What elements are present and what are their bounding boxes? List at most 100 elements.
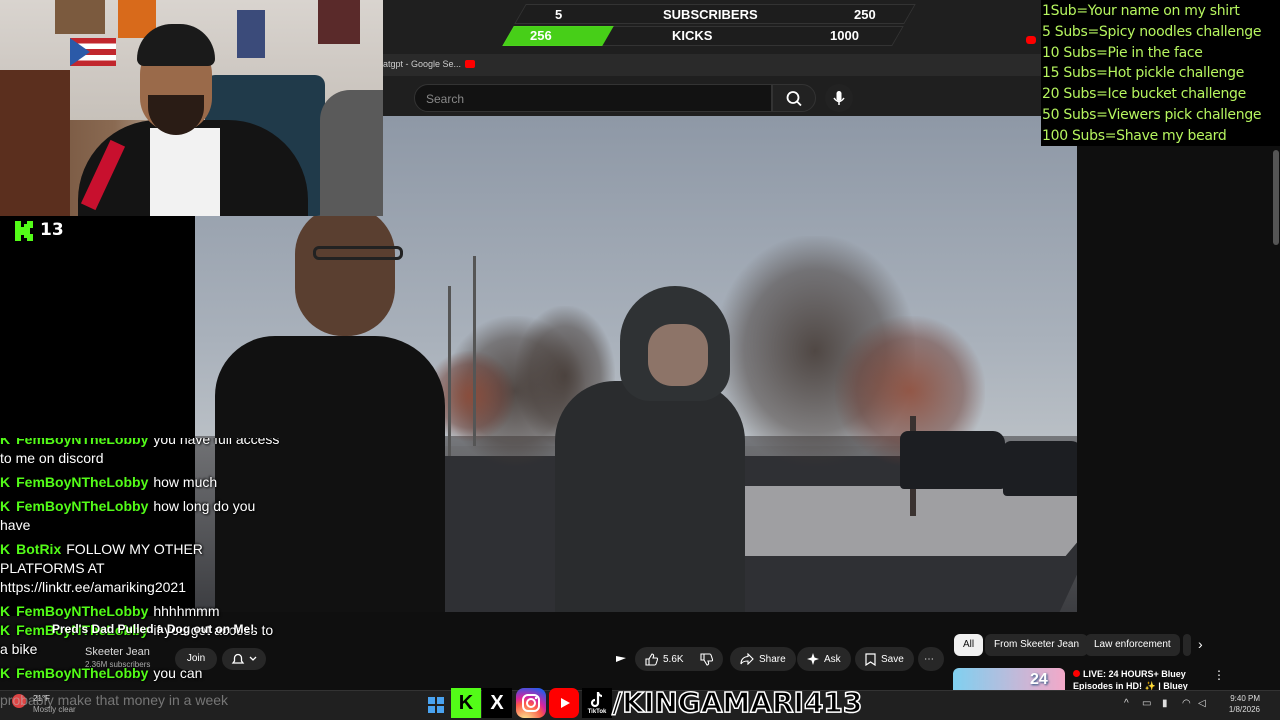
kick-icon: K [0,438,11,447]
scrollbar[interactable] [1273,150,1279,245]
thumbs-down-icon [700,652,713,666]
system-clock[interactable]: 9:40 PM 1/8/2026 [1218,693,1260,715]
search-icon [786,91,802,107]
share-icon [740,653,754,665]
sub-goal-item: 5 Subs=Spicy noodles challenge [1042,23,1262,40]
video-flagpole [473,256,476,446]
save-label: Save [881,653,904,665]
video-car [1003,441,1077,496]
sub-goal-item: 20 Subs=Ice bucket challenge [1042,86,1246,103]
subscribers-current: 5 [555,7,563,22]
kicks-goal-fill [502,26,614,46]
channel-name[interactable]: Skeeter Jean [85,646,150,658]
kicks-current: 256 [530,28,552,43]
screen: atgpt - Google Se... Search 5 SUBSCRIBER… [0,0,1280,720]
windows-start-icon[interactable] [428,697,444,713]
network-icon[interactable]: ▭ [1142,698,1151,709]
sub-goal-item: 100 Subs=Shave my beard [1042,127,1227,144]
kicks-label: KICKS [672,28,713,43]
kick-viewer-count: 13 [40,220,64,240]
wifi-icon[interactable]: ◠ [1182,698,1191,709]
mic-tray-icon[interactable]: ▮ [1162,698,1168,709]
join-button[interactable]: Join [175,648,217,670]
more-actions-button[interactable]: ⋯ [918,647,944,671]
clock-time: 9:40 PM [1230,694,1260,703]
chat-text: hhhhmmm [153,603,220,619]
youtube-icon [549,688,579,718]
chat-username: FemBoyNTheLobby [16,474,149,490]
dislike-button[interactable] [690,647,723,671]
chat-message: K FemBoyNTheLobby how much [0,473,280,492]
like-count: 5.6K [663,653,684,665]
search-placeholder: Search [426,92,465,106]
more-icon: ⋯ [924,653,934,665]
subscribers-label: SUBSCRIBERS [663,7,758,22]
tiktok-label: TikTok [587,709,607,715]
sub-goal-item: 10 Subs=Pie in the face [1042,44,1203,61]
video-person [545,286,745,612]
kebab-menu-icon[interactable]: ⋮ [1213,668,1225,682]
clock-date: 1/8/2026 [1228,705,1260,714]
like-button[interactable]: 5.6K [635,647,694,671]
chat-message: K BotRix FOLLOW MY OTHER PLATFORMS AT http… [0,540,280,597]
sub-goal-item: 15 Subs=Hot pickle challenge [1042,65,1245,82]
browser-tab[interactable]: atgpt - Google Se... [383,59,461,69]
subscribers-target: 250 [854,7,876,22]
chat-tail: probably make that money in a week [0,692,229,708]
save-button[interactable]: Save [855,647,914,671]
tiktok-icon: TikTok [582,688,612,718]
volume-icon[interactable]: ◁ [1198,698,1206,709]
sparkle-icon [807,653,819,665]
chip-law-enforcement[interactable]: Law enforcement [1085,634,1180,656]
instagram-icon [516,688,546,718]
channel-subscriber-count: 2.36M subscribers [85,660,151,669]
chat-username: FemBoyNTheLobby [16,438,149,447]
kick-logo-icon [15,221,33,241]
thumbnail-badge: 24 [1030,671,1048,688]
kick-icon: K [0,498,11,514]
video-title: Pred's Dad Pulled a Dog out on Me! [52,622,255,636]
chevron-right-icon[interactable]: › [1198,636,1203,652]
clip-button[interactable] [610,647,632,671]
chat-message: K FemBoyNTheLobby hhhhmmm [0,602,280,621]
subscriber-goal-bar: 5 SUBSCRIBERS 250 256 KICKS 1000 [500,2,916,48]
youtube-tab-icon [465,60,475,68]
sub-goal-item: 50 Subs=Viewers pick challenge [1042,106,1262,123]
chip-all[interactable]: All [954,634,984,656]
kick-icon: K [0,603,11,619]
chevron-up-icon[interactable]: ^ [1124,698,1129,709]
mic-icon [833,91,845,105]
x-icon: X [482,688,512,718]
bookmark-icon [865,652,876,666]
chat-username: FemBoyNTheLobby [16,603,149,619]
social-handle: /KINGAMARI413 [611,685,863,720]
kick-icon: K [0,474,11,490]
chip-from-channel[interactable]: From Skeeter Jean [985,634,1089,656]
webcam-overlay [0,0,383,216]
share-label: Share [759,653,786,665]
sub-goal-item: 1Sub=Your name on my shirt [1042,3,1240,19]
recommendation-thumbnail[interactable] [953,668,1065,690]
voice-search-button[interactable] [825,84,853,112]
subscribed-bell-button[interactable] [222,648,266,670]
clip-icon [616,656,626,662]
kick-icon: K [0,665,11,681]
thumbs-up-icon [645,652,658,666]
kick-icon: K [451,688,481,718]
sub-goals-list: 1Sub=Your name on my shirt 5 Subs=Spicy … [1041,0,1280,146]
recommendation-title[interactable]: LIVE: 24 HOURS+ Bluey Episodes in HD! ✨ … [1073,668,1213,692]
youtube-tab-icon [1026,36,1036,44]
video-car [900,431,1005,489]
search-input[interactable]: Search [414,84,772,112]
bell-icon [231,653,257,664]
ask-label: Ask [824,653,841,665]
ask-button[interactable]: Ask [797,647,851,671]
chip-partial[interactable] [1183,634,1191,656]
video-pole [448,286,451,456]
kicks-target: 1000 [830,28,859,43]
search-button[interactable] [772,84,816,112]
chat-username: BotRix [16,541,62,557]
share-button[interactable]: Share [730,647,796,671]
kick-icon: K [0,541,11,557]
chat-text: how much [153,474,218,490]
